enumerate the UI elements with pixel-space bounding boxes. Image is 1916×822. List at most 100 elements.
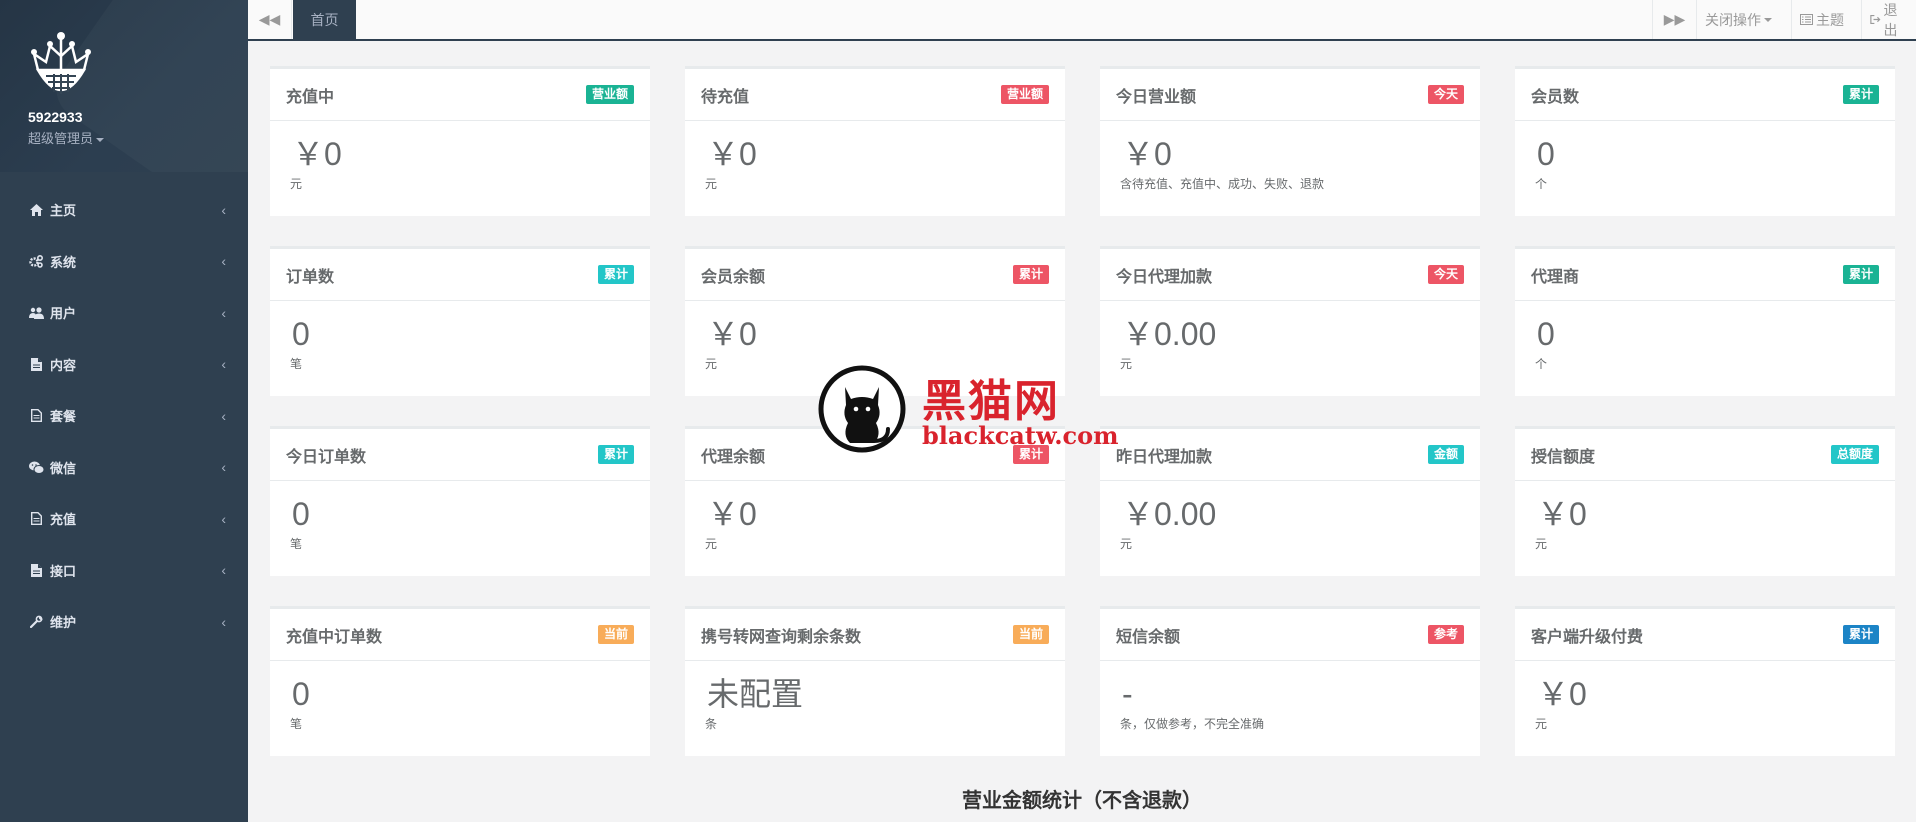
stat-card-badge: 营业额: [1000, 85, 1049, 104]
stat-card-badge: 累计: [1842, 265, 1879, 284]
sidebar-item-api[interactable]: 接口 ‹: [0, 545, 248, 597]
stat-card: 代理商 累计 0 个: [1515, 246, 1895, 396]
stat-card: 昨日代理加款 金额 ￥0.00 元: [1100, 426, 1480, 576]
stat-card-title: 今日订单数: [286, 448, 367, 466]
stat-card-header: 今日代理加款 今天: [1100, 249, 1480, 301]
chevron-left-icon: ‹: [221, 459, 226, 476]
sidebar-item-system[interactable]: 系统 ‹: [0, 236, 248, 288]
theme-label: 主题: [1816, 11, 1844, 28]
watermark: 黑猫网 blackcatw.com: [818, 365, 1119, 457]
stat-card-header: 短信余额 参考: [1100, 609, 1480, 661]
stat-card-title: 充值中: [286, 88, 335, 106]
stat-card-unit: 元: [1120, 537, 1133, 551]
stat-card-unit: 元: [1535, 537, 1548, 551]
caret-down-icon: [1764, 17, 1772, 22]
stat-card-unit: 笔: [290, 357, 303, 371]
stat-card-body: ￥0 元: [1515, 661, 1895, 732]
stat-card-value: 0: [1537, 136, 1555, 172]
stat-card-badge: 营业额: [585, 85, 634, 104]
sidebar-item-content[interactable]: 内容 ‹: [0, 339, 248, 391]
stat-card-title: 昨日代理加款: [1116, 448, 1213, 466]
stat-card-header: 充值中订单数 当前: [270, 609, 650, 661]
stat-card-badge: 累计: [1842, 625, 1879, 644]
crown-logo-icon[interactable]: [28, 30, 94, 100]
stat-card-badge: 今天: [1427, 265, 1464, 284]
chevron-left-icon: ‹: [221, 304, 226, 321]
stat-card: 订单数 累计 0 笔: [270, 246, 650, 396]
wrench-icon: [28, 614, 44, 630]
stat-card-body: - 条，仅做参考，不完全准确: [1100, 661, 1480, 732]
stat-card-body: 0笔: [270, 661, 650, 732]
file-icon: [28, 356, 44, 372]
sidebar-item-label: 维护: [50, 615, 77, 631]
stat-card: 充值中 营业额 ￥0 元: [270, 66, 650, 216]
stat-card-value: -: [1122, 676, 1133, 712]
cogs-icon: [28, 253, 44, 269]
stat-card-unit: 含待充值、充值中、成功、失败、退款: [1120, 177, 1325, 191]
stat-card-unit: 元: [290, 177, 303, 191]
stat-card-value: 未配置: [707, 676, 804, 712]
stat-card-unit: 个: [1535, 177, 1548, 191]
stat-card-header: 授信额度 总额度: [1515, 429, 1895, 481]
stat-card: 今日营业额 今天 ￥0 含待充值、充值中、成功、失败、退款: [1100, 66, 1480, 216]
stat-card-badge: 累计: [1842, 85, 1879, 104]
sidebar-item-label: 套餐: [50, 409, 77, 425]
watermark-url: blackcatw.com: [922, 421, 1119, 450]
sidebar-item-maintenance[interactable]: 维护 ‹: [0, 596, 248, 648]
stat-card-badge: 今天: [1427, 85, 1464, 104]
sidebar-item-label: 内容: [50, 357, 77, 373]
sidebar-item-label: 充值: [50, 512, 77, 528]
sidebar-item-recharge[interactable]: 充值 ‹: [0, 493, 248, 545]
stat-card-badge: 累计: [597, 445, 634, 464]
chevron-left-icon: ‹: [221, 253, 226, 270]
close-operations-label: 关闭操作: [1705, 11, 1761, 28]
stat-card-value: ￥0: [707, 316, 757, 352]
sidebar-item-home[interactable]: 主页 ‹: [0, 184, 248, 236]
close-operations-dropdown[interactable]: 关闭操作: [1696, 0, 1791, 39]
black-cat-logo-icon: [818, 365, 906, 453]
stat-card-value: ￥0.00: [1122, 496, 1217, 532]
theme-button[interactable]: 主题: [1791, 0, 1861, 39]
stat-card-unit: 笔: [290, 717, 303, 731]
stat-card-header: 订单数 累计: [270, 249, 650, 301]
tab-home[interactable]: 首页: [293, 0, 356, 39]
stat-card-body: ￥0.00 元: [1100, 481, 1480, 552]
stat-card-unit: 个: [1535, 357, 1548, 371]
stat-card: 携号转网查询剩余条数 当前 未配置条: [685, 606, 1065, 756]
logout-button[interactable]: 退出: [1861, 0, 1916, 39]
stat-card-title: 今日营业额: [1116, 88, 1197, 106]
sign-out-icon: [1870, 14, 1881, 25]
stat-card-title: 订单数: [286, 268, 335, 286]
stat-card-title: 授信额度: [1531, 448, 1596, 466]
sidebar-item-packages[interactable]: 套餐 ‹: [0, 390, 248, 442]
stat-card-body: 未配置条: [685, 661, 1065, 732]
stat-card-header: 昨日代理加款 金额: [1100, 429, 1480, 481]
stat-card-value: ￥0.00: [1122, 316, 1217, 352]
stat-card-body: 0笔: [270, 481, 650, 552]
wechat-icon: [28, 459, 44, 475]
stat-card-body: ￥0 元: [1515, 481, 1895, 552]
stat-card-body: ￥0 元: [685, 121, 1065, 192]
file-text-icon: [28, 511, 44, 527]
logout-label: 退出: [1883, 1, 1898, 38]
chevron-left-icon: ‹: [221, 356, 226, 373]
scroll-tabs-left-button[interactable]: ◀◀: [248, 0, 292, 39]
forward-icon: ▶▶: [1663, 11, 1686, 27]
stat-card-badge: 总额度: [1830, 445, 1879, 464]
stat-card-header: 待充值 营业额: [685, 69, 1065, 121]
profile-role-dropdown[interactable]: 超级管理员: [28, 128, 248, 147]
backward-icon: ◀◀: [258, 11, 281, 27]
stat-card: 今日代理加款 今天 ￥0.00 元: [1100, 246, 1480, 396]
sidebar: 5922933 超级管理员 主页 ‹ 系统 ‹ 用户 ‹ 内容 ‹ 套餐 ‹ 微…: [0, 0, 248, 822]
scroll-tabs-right-button[interactable]: ▶▶: [1652, 0, 1696, 39]
stat-card: 充值中订单数 当前 0 笔: [270, 606, 650, 756]
sidebar-item-label: 用户: [50, 306, 77, 322]
stat-card-header: 客户端升级付费 累计: [1515, 609, 1895, 661]
stat-card-value: ￥0: [707, 496, 757, 532]
profile-username: 5922933: [28, 109, 83, 125]
stat-card-title: 短信余额: [1116, 628, 1181, 646]
sidebar-item-wechat[interactable]: 微信 ‹: [0, 442, 248, 494]
sidebar-item-users[interactable]: 用户 ‹: [0, 287, 248, 339]
sidebar-nav: 主页 ‹ 系统 ‹ 用户 ‹ 内容 ‹ 套餐 ‹ 微信 ‹ 充值 ‹ 接口 ‹ …: [0, 184, 248, 648]
stat-card-badge: 累计: [597, 265, 634, 284]
